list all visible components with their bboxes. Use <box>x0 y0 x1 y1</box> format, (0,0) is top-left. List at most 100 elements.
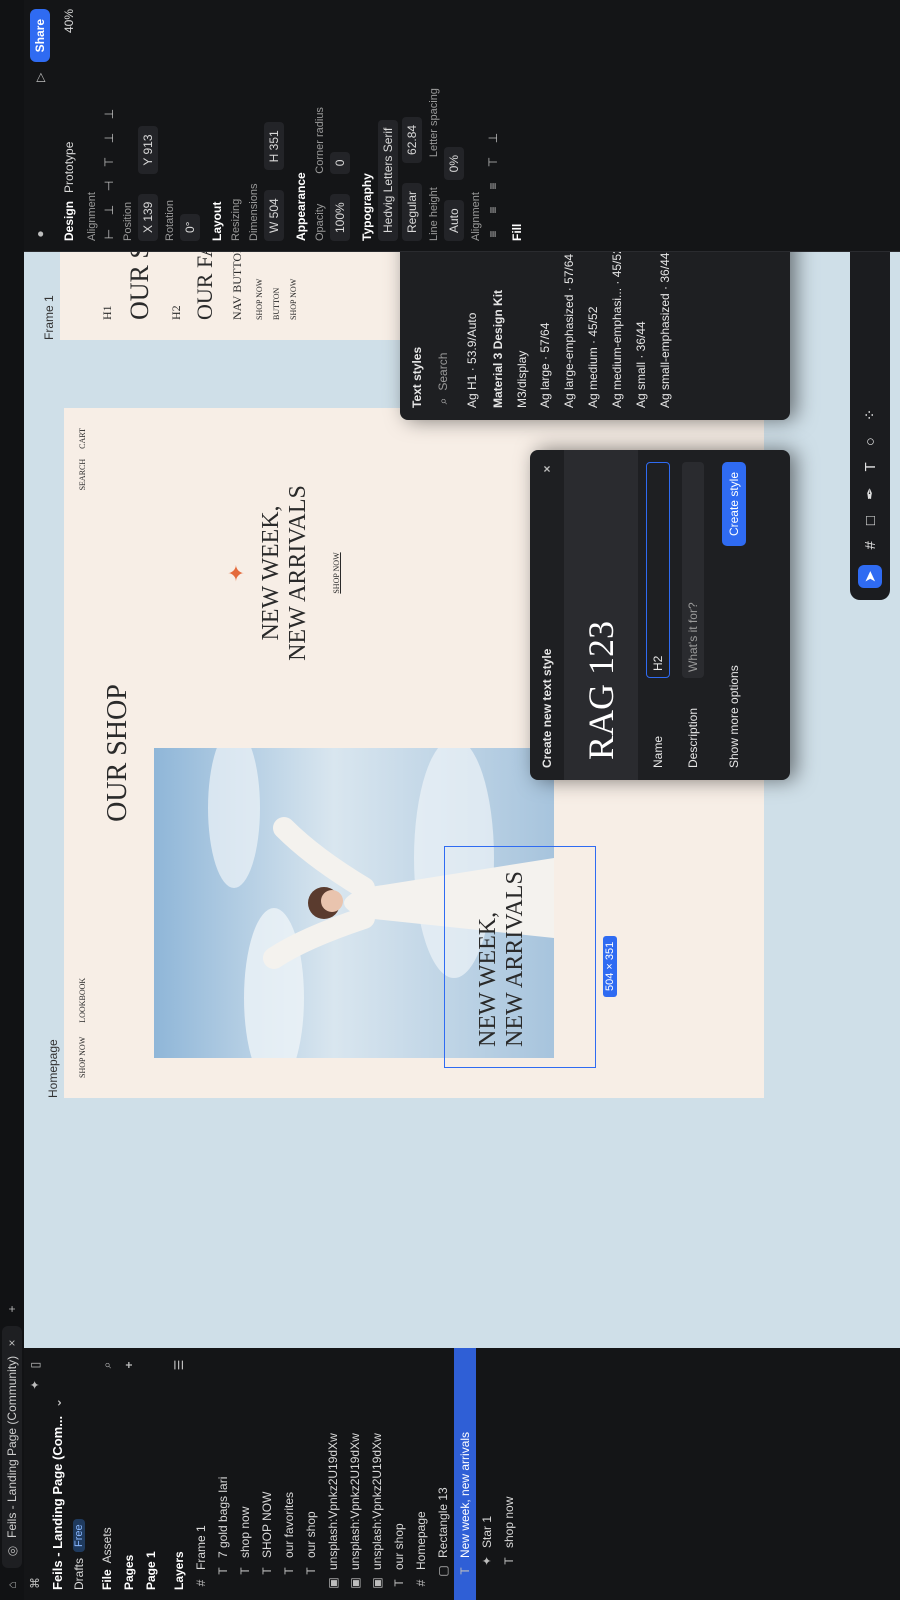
file-tab[interactable]: ◎ Feils - Landing Page (Community) × <box>2 1325 22 1568</box>
ai-icon[interactable]: ✦ <box>28 1378 42 1392</box>
layer-item[interactable]: T 7 gold bags lari <box>212 1348 234 1600</box>
star-shape[interactable]: ✦ <box>224 448 250 698</box>
comment-tool-icon[interactable]: ○ <box>862 437 879 446</box>
tab-assets[interactable]: Assets <box>100 1527 114 1563</box>
new-tab-icon[interactable]: + <box>5 1302 19 1316</box>
frame-tool-icon[interactable]: # <box>862 541 879 549</box>
rotation-row: 0° <box>178 0 202 251</box>
site-nav: SHOP NOW LOOKBOOK SEARCH CART <box>78 428 87 1078</box>
layer-item[interactable]: Tour favorites <box>278 1348 300 1600</box>
layer-item[interactable]: Tour shop <box>300 1348 322 1600</box>
fill-label: Fill <box>510 223 524 241</box>
typography-label: Typography <box>360 173 374 241</box>
x-input[interactable]: X 139 <box>138 193 158 241</box>
layer-item[interactable]: Tshop now <box>498 1348 520 1600</box>
line-height-input[interactable]: Auto <box>444 200 464 241</box>
pen-tool-icon[interactable]: ✒ <box>861 487 879 500</box>
layer-item[interactable]: Tour shop <box>388 1348 410 1600</box>
text-align-middle-icon[interactable]: ⊥ <box>486 131 500 145</box>
homepage-frame-label[interactable]: Homepage <box>46 1039 60 1098</box>
design-tabs: Design Prototype 40% <box>56 0 82 251</box>
panel-toggle-icon[interactable]: ▯ <box>28 1358 42 1372</box>
align-left-icon[interactable]: ⊢ <box>102 227 116 241</box>
layer-label: New week, new arrivals <box>458 1431 472 1558</box>
corner-radius-input[interactable]: 0 <box>330 151 350 175</box>
file-title[interactable]: Feils - Landing Page (Com... ⌄ <box>46 1348 68 1600</box>
tab-file[interactable]: File <box>100 1569 114 1590</box>
letter-spacing-input[interactable]: 0% <box>444 146 464 181</box>
align-top-icon[interactable]: ⊤ <box>102 155 116 169</box>
page-item[interactable]: Page 1 <box>140 1348 162 1600</box>
share-button[interactable]: Share <box>30 9 50 63</box>
align-center-h-icon[interactable]: ⊥ <box>102 203 116 217</box>
create-style-button[interactable]: Create style <box>722 462 746 547</box>
font-size-input[interactable]: 62.84 <box>402 116 422 163</box>
layer-item[interactable]: ▢ Rectangle 13 <box>432 1348 454 1600</box>
text-align-left-icon[interactable]: ≡ <box>486 227 500 241</box>
layer-item[interactable]: ▣ unsplash:Vpnkz2U19dXw <box>344 1348 366 1600</box>
rectangle-tool-icon[interactable]: □ <box>862 516 879 525</box>
text-tool-icon[interactable]: T <box>862 462 879 471</box>
text-icon: T <box>238 1567 252 1575</box>
font-row: Hedvig Letters Serif <box>376 0 400 251</box>
layer-label: Homepage <box>414 1511 428 1570</box>
opacity-input[interactable]: 100% <box>330 194 350 241</box>
tab-prototype[interactable]: Prototype <box>62 142 76 193</box>
zoom-level[interactable]: 40% <box>62 9 76 33</box>
search-icon[interactable]: ⌕ <box>100 1358 114 1372</box>
collapse-layers-icon[interactable]: ☰ <box>172 1358 186 1372</box>
text-align-top-icon[interactable]: ⊤ <box>486 155 500 169</box>
rotation-label: Rotation <box>164 200 176 241</box>
name-input[interactable]: H2 <box>646 462 670 678</box>
text-style-label: large-emphasized · 57/64 <box>561 253 576 390</box>
actions-icon[interactable]: ⁘ <box>861 409 879 422</box>
y-input[interactable]: Y 913 <box>138 126 158 174</box>
figma-app: ⌂ ◎ Feils - Landing Page (Community) × +… <box>0 0 900 1600</box>
text-align-right-icon[interactable]: ≡ <box>486 179 500 193</box>
align-right-icon[interactable]: ⊣ <box>102 179 116 193</box>
width-input[interactable]: W 504 <box>264 190 284 241</box>
align-middle-icon[interactable]: ⊥ <box>102 131 116 145</box>
style-preview-glyph: Ag <box>609 389 624 408</box>
avatar[interactable]: ● <box>33 227 47 241</box>
layer-item[interactable]: ▣ unsplash:Vpnkz2U19dXw <box>366 1348 388 1600</box>
nav-search[interactable]: SEARCH <box>78 459 87 491</box>
description-row: Description What's it for? <box>678 450 708 780</box>
layer-item[interactable]: T SHOP NOW <box>256 1348 278 1600</box>
align-bottom-icon[interactable]: ⊥ <box>102 107 116 121</box>
close-icon[interactable]: × <box>540 462 554 476</box>
layer-item[interactable]: T New week, new arrivals <box>454 1348 476 1600</box>
close-tab-icon[interactable]: × <box>5 1336 19 1350</box>
present-icon[interactable]: ▷ <box>33 70 47 84</box>
layer-item[interactable]: # Homepage <box>410 1348 432 1600</box>
font-weight-row: Regular 62.84 <box>400 0 424 251</box>
layer-item[interactable]: ✦ Star 1 <box>476 1348 498 1600</box>
right-panel-header: ● ▷ Share <box>24 0 56 251</box>
tab-design[interactable]: Design <box>62 201 76 241</box>
figma-menu-icon[interactable]: ⌘ <box>28 1576 42 1590</box>
layer-item[interactable]: ▣ unsplash:Vpnkz2U19dXw <box>322 1348 344 1600</box>
text-icon: T <box>216 1567 230 1575</box>
headline-line-2: NEW ARRIVALS <box>285 485 311 661</box>
nav-shop-now[interactable]: SHOP NOW <box>78 1037 87 1078</box>
frame1-label[interactable]: Frame 1 <box>42 295 56 340</box>
shop-now-link[interactable]: SHOP NOW <box>332 448 341 698</box>
font-weight-select[interactable]: Regular <box>402 182 422 241</box>
nav-lookbook[interactable]: LOOKBOOK <box>78 978 87 1023</box>
add-page-icon[interactable]: + <box>122 1358 136 1372</box>
layer-label: our favorites <box>282 1491 296 1558</box>
rotation-input[interactable]: 0° <box>180 213 200 241</box>
height-input[interactable]: H 351 <box>264 122 284 171</box>
home-icon[interactable]: ⌂ <box>5 1578 19 1592</box>
selected-text-layer[interactable]: NEW WEEK, NEW ARRIVALS 504 × 351 <box>444 846 617 1068</box>
drafts-label[interactable]: Drafts <box>72 1558 86 1590</box>
description-input[interactable]: What's it for? <box>682 462 704 678</box>
text-align-center-icon[interactable]: ≡ <box>486 203 500 217</box>
font-family-select[interactable]: Hedvig Letters Serif <box>378 119 398 241</box>
show-more-options[interactable]: Show more options <box>727 665 741 768</box>
layer-item[interactable]: Tshop now <box>234 1348 256 1600</box>
move-tool-icon[interactable]: ➤ <box>858 565 882 588</box>
layer-item[interactable]: # Frame 1 <box>190 1348 212 1600</box>
brand-title: OUR SHOP <box>102 684 133 822</box>
nav-cart[interactable]: CART <box>78 428 87 449</box>
